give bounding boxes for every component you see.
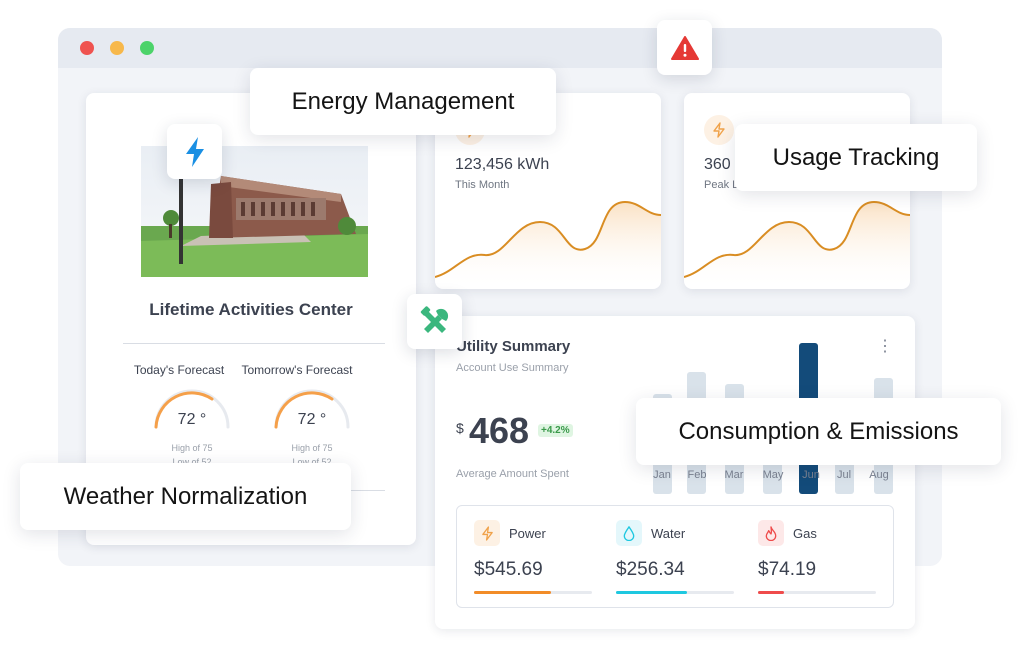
usage-tracking-label: Usage Tracking	[735, 124, 977, 191]
lightning-icon	[704, 115, 734, 145]
consumption-emissions-label: Consumption & Emissions	[636, 398, 1001, 465]
currency-symbol: $	[456, 420, 464, 436]
peak-sparkline	[684, 200, 910, 289]
stat-value: 123,456 kWh	[455, 156, 550, 173]
month-label: Jul	[836, 469, 852, 481]
today-temperature: 72 °	[177, 411, 207, 428]
water-value: $256.34	[616, 559, 685, 580]
usage-sparkline	[435, 200, 661, 289]
stat-label: This Month	[455, 179, 510, 191]
average-amount: 468	[469, 410, 530, 451]
peak-load-card[interactable]: 360 Peak L	[684, 93, 910, 289]
power-cost[interactable]: Power $545.69	[457, 506, 597, 607]
lightning-icon	[474, 520, 500, 546]
utility-summary-subtitle: Account Use Summary	[456, 362, 569, 374]
water-progress	[616, 591, 734, 594]
power-label: Power	[509, 526, 546, 541]
tools-icon	[407, 294, 462, 349]
stat-value: 360	[704, 156, 731, 173]
water-cost[interactable]: Water $256.34	[599, 506, 739, 607]
tomorrow-temperature: 72 °	[297, 411, 327, 428]
gas-label: Gas	[793, 526, 817, 541]
utility-summary-title: Utility Summary	[456, 338, 571, 355]
weather-normalization-label: Weather Normalization	[20, 463, 351, 530]
month-label: Jan	[653, 469, 671, 481]
water-drop-icon	[616, 520, 642, 546]
gas-cost[interactable]: Gas $74.19	[741, 506, 881, 607]
water-label: Water	[651, 526, 686, 541]
lightning-icon	[167, 124, 222, 179]
close-window-dot[interactable]	[80, 41, 94, 55]
today-high: High of 75	[171, 443, 213, 453]
minimize-window-dot[interactable]	[110, 41, 124, 55]
tomorrow-high: High of 75	[291, 443, 333, 453]
month-label: Feb	[687, 469, 707, 481]
month-label: Jun	[802, 469, 820, 481]
gas-value: $74.19	[758, 559, 817, 580]
utility-costs-panel: Power $545.69 Water $256.34 Gas $74.19	[456, 505, 894, 608]
tomorrow-forecast-title: Tomorrow's Forecast	[241, 363, 353, 377]
maximize-window-dot[interactable]	[140, 41, 154, 55]
month-label: May	[762, 469, 784, 481]
stat-label: Peak L	[704, 179, 739, 191]
change-badge: +4.2%	[538, 424, 573, 437]
browser-title-bar	[58, 28, 942, 68]
power-value: $545.69	[474, 559, 543, 580]
power-progress	[474, 591, 592, 594]
alert-icon	[657, 20, 712, 75]
month-label: Mar	[724, 469, 744, 481]
average-amount-label: Average Amount Spent	[456, 468, 569, 480]
building-name: Lifetime Activities Center	[149, 300, 353, 319]
energy-management-label: Energy Management	[250, 68, 556, 135]
divider	[123, 343, 385, 344]
today-forecast-title: Today's Forecast	[133, 363, 225, 377]
utility-summary-card: Utility Summary Account Use Summary ⋮ Ja…	[435, 316, 915, 629]
gas-progress	[758, 591, 876, 594]
month-label: Aug	[869, 469, 889, 481]
flame-icon	[758, 520, 784, 546]
